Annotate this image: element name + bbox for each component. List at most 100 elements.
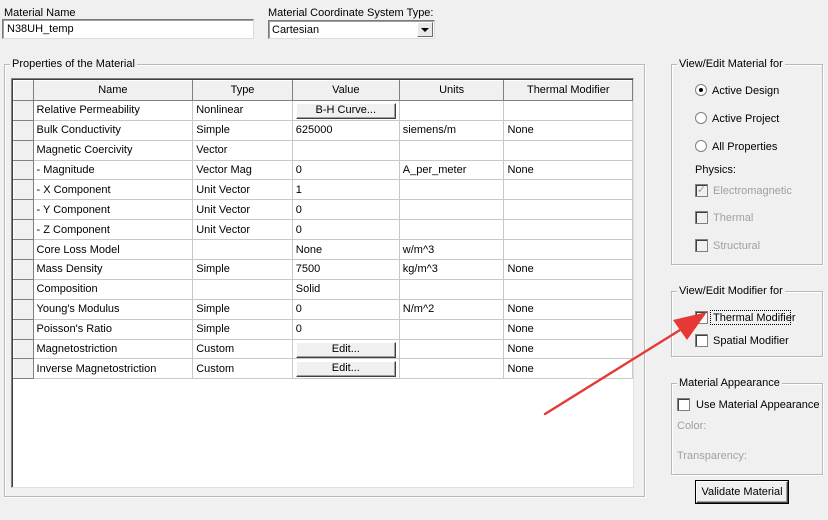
cell-thermal-modifier[interactable]: None: [503, 338, 633, 360]
cell-units[interactable]: [398, 199, 505, 221]
cell-name[interactable]: Relative Permeability: [32, 99, 194, 121]
coord-system-select[interactable]: Cartesian: [268, 20, 435, 39]
cell-name[interactable]: Magnetic Coercivity: [32, 139, 194, 161]
table-row[interactable]: - Y Component Unit Vector 0: [13, 199, 633, 221]
column-header-units[interactable]: Units: [398, 80, 505, 101]
table-row[interactable]: Inverse Magnetostriction Custom Edit... Non…: [13, 358, 633, 380]
column-header-thermal-modifier[interactable]: Thermal Modifier: [503, 80, 633, 101]
spatial-modifier-checkbox[interactable]: [695, 334, 708, 347]
row-header[interactable]: [13, 199, 34, 221]
table-row[interactable]: Core Loss Model None w/m^3: [13, 239, 633, 261]
cell-name[interactable]: Mass Density: [32, 259, 194, 280]
cell-type[interactable]: Unit Vector: [192, 219, 293, 241]
table-row[interactable]: Magnetostriction Custom Edit... None: [13, 338, 633, 360]
radio-active-project[interactable]: [695, 112, 707, 124]
row-header[interactable]: [13, 239, 34, 261]
table-row[interactable]: - X Component Unit Vector 1: [13, 179, 633, 201]
table-row[interactable]: Composition Solid: [13, 278, 633, 300]
table-row[interactable]: Magnetic Coercivity Vector: [13, 139, 633, 161]
table-row[interactable]: - Z Component Unit Vector 0: [13, 219, 633, 241]
thermal-modifier-checkbox[interactable]: ✓: [695, 311, 708, 324]
thermal-checkbox[interactable]: [695, 211, 708, 224]
cell-units[interactable]: siemens/m: [398, 119, 505, 141]
cell-units[interactable]: [398, 318, 505, 340]
cell-name[interactable]: Bulk Conductivity: [32, 119, 194, 141]
cell-thermal-modifier[interactable]: [503, 99, 633, 121]
cell-value[interactable]: 0: [291, 159, 400, 181]
cell-units[interactable]: [398, 99, 505, 121]
cell-type[interactable]: Simple: [192, 318, 293, 340]
cell-name[interactable]: - Y Component: [32, 199, 194, 221]
cell-units[interactable]: kg/m^3: [398, 259, 505, 280]
bh-curve-button[interactable]: B-H Curve...: [295, 102, 396, 119]
cell-type[interactable]: Unit Vector: [192, 179, 293, 201]
cell-value[interactable]: Solid: [291, 278, 400, 300]
cell-units[interactable]: [398, 219, 505, 241]
column-header-value[interactable]: Value: [291, 80, 400, 101]
cell-name[interactable]: Inverse Magnetostriction: [32, 358, 194, 380]
cell-name[interactable]: Poisson's Ratio: [32, 318, 194, 340]
row-header[interactable]: [13, 179, 34, 201]
cell-name[interactable]: - Z Component: [32, 219, 194, 241]
cell-value[interactable]: 0: [291, 298, 400, 320]
cell-value[interactable]: 0: [291, 199, 400, 221]
structural-checkbox[interactable]: [695, 239, 708, 252]
cell-thermal-modifier[interactable]: None: [503, 159, 633, 181]
radio-all-properties-label[interactable]: All Properties: [712, 141, 777, 153]
cell-name[interactable]: Composition: [32, 278, 194, 300]
cell-name[interactable]: Magnetostriction: [32, 338, 194, 360]
row-header[interactable]: [13, 259, 34, 280]
cell-value[interactable]: None: [291, 239, 400, 261]
cell-name[interactable]: Young's Modulus: [32, 298, 194, 320]
row-header[interactable]: [13, 99, 34, 121]
row-header[interactable]: [13, 318, 34, 340]
cell-thermal-modifier[interactable]: None: [503, 358, 633, 380]
radio-active-design-label[interactable]: Active Design: [712, 85, 779, 97]
row-header[interactable]: [13, 338, 34, 360]
table-row[interactable]: Poisson's Ratio Simple 0 None: [13, 318, 633, 340]
radio-all-properties[interactable]: [695, 140, 707, 152]
edit-button[interactable]: Edit...: [295, 341, 396, 358]
cell-value[interactable]: 0: [291, 318, 400, 340]
cell-type[interactable]: Custom: [192, 338, 293, 360]
cell-type[interactable]: Vector: [192, 139, 293, 161]
row-header[interactable]: [13, 219, 34, 241]
column-header-type[interactable]: Type: [192, 80, 293, 101]
cell-units[interactable]: A_per_meter: [398, 159, 505, 181]
electromagnetic-checkbox[interactable]: ✓: [695, 184, 708, 197]
cell-thermal-modifier[interactable]: None: [503, 259, 633, 280]
cell-units[interactable]: [398, 278, 505, 300]
cell-type[interactable]: Simple: [192, 259, 293, 280]
cell-thermal-modifier[interactable]: [503, 278, 633, 300]
cell-type[interactable]: Nonlinear: [192, 99, 293, 121]
cell-type[interactable]: [192, 239, 293, 261]
cell-thermal-modifier[interactable]: [503, 239, 633, 261]
radio-active-project-label[interactable]: Active Project: [712, 113, 779, 125]
edit-button[interactable]: Edit...: [295, 361, 396, 378]
row-header[interactable]: [13, 139, 34, 161]
cell-name[interactable]: - X Component: [32, 179, 194, 201]
material-name-input[interactable]: N38UH_temp: [2, 19, 254, 39]
row-header[interactable]: [13, 358, 34, 380]
use-material-appearance-checkbox[interactable]: [677, 398, 690, 411]
cell-value[interactable]: [291, 139, 400, 161]
row-header[interactable]: [13, 119, 34, 141]
cell-units[interactable]: [398, 139, 505, 161]
cell-thermal-modifier[interactable]: None: [503, 119, 633, 141]
cell-units[interactable]: N/m^2: [398, 298, 505, 320]
cell-value[interactable]: 625000: [291, 119, 400, 141]
cell-thermal-modifier[interactable]: [503, 199, 633, 221]
radio-active-design[interactable]: [695, 84, 707, 96]
cell-type[interactable]: [192, 278, 293, 300]
cell-units[interactable]: [398, 179, 505, 201]
use-material-appearance-label[interactable]: Use Material Appearance: [696, 399, 820, 411]
cell-units[interactable]: w/m^3: [398, 239, 505, 261]
cell-value[interactable]: 0: [291, 219, 400, 241]
table-row[interactable]: Mass Density Simple 7500 kg/m^3 None: [13, 259, 633, 280]
cell-units[interactable]: [398, 358, 505, 380]
cell-name[interactable]: Core Loss Model: [32, 239, 194, 261]
cell-thermal-modifier[interactable]: None: [503, 318, 633, 340]
row-header[interactable]: [13, 159, 34, 181]
row-header[interactable]: [13, 278, 34, 300]
table-row[interactable]: Relative Permeability Nonlinear B-H Curve.…: [13, 99, 633, 121]
